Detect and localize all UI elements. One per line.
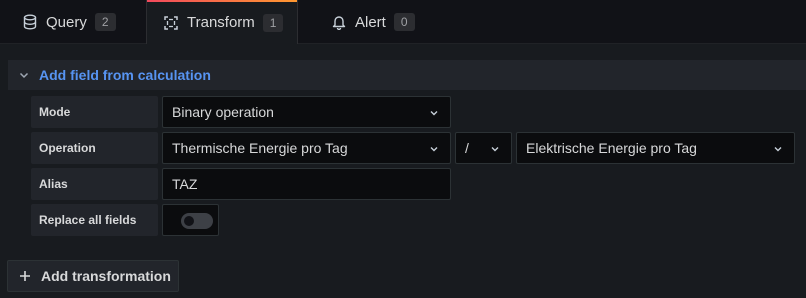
tab-transform-label: Transform xyxy=(187,14,255,31)
tab-transform[interactable]: Transform 1 xyxy=(146,0,298,45)
mode-select[interactable]: Binary operation xyxy=(162,96,451,128)
right-field-value: Elektrische Energie pro Tag xyxy=(526,140,697,156)
mode-value: Binary operation xyxy=(172,104,274,120)
alias-input[interactable]: TAZ xyxy=(162,168,451,200)
plus-icon xyxy=(19,270,31,282)
alias-label: Alias xyxy=(31,168,158,200)
left-field-select[interactable]: Thermische Energie pro Tag xyxy=(162,132,451,164)
tab-alert-count: 0 xyxy=(393,13,415,31)
mode-label: Mode xyxy=(31,96,158,128)
tab-alert[interactable]: Alert 0 xyxy=(331,0,415,44)
chevron-down-icon[interactable] xyxy=(17,68,31,82)
replace-all-fields-container xyxy=(162,204,219,236)
transformation-header[interactable]: Add field from calculation xyxy=(8,60,806,90)
chevron-down-icon xyxy=(428,107,440,119)
add-transformation-label: Add transformation xyxy=(41,268,171,284)
chevron-down-icon xyxy=(428,143,440,155)
operator-select[interactable]: / xyxy=(455,132,512,164)
replace-all-fields-toggle[interactable] xyxy=(181,213,213,229)
chevron-down-icon xyxy=(772,143,784,155)
transform-icon xyxy=(163,15,179,31)
chevron-down-icon xyxy=(489,143,501,155)
bell-icon xyxy=(331,14,347,30)
left-field-value: Thermische Energie pro Tag xyxy=(172,140,348,156)
transform-panel: Add field from calculation Mode Binary o… xyxy=(0,44,806,298)
transformation-title: Add field from calculation xyxy=(39,67,211,83)
operation-label: Operation xyxy=(31,132,158,164)
right-field-select[interactable]: Elektrische Energie pro Tag xyxy=(516,132,795,164)
toggle-knob xyxy=(184,216,194,226)
add-transformation-button[interactable]: Add transformation xyxy=(7,260,179,292)
replace-all-fields-label: Replace all fields xyxy=(31,204,158,236)
tab-query-count: 2 xyxy=(94,13,116,31)
tab-query[interactable]: Query 2 xyxy=(22,0,116,44)
tab-alert-label: Alert xyxy=(355,13,386,31)
editor-tabs: Query 2 Transform 1 Alert 0 xyxy=(0,0,806,45)
tab-query-label: Query xyxy=(46,13,87,31)
operator-value: / xyxy=(465,140,469,156)
tab-transform-count: 1 xyxy=(262,13,284,32)
alias-value: TAZ xyxy=(172,176,198,192)
database-icon xyxy=(22,14,38,30)
